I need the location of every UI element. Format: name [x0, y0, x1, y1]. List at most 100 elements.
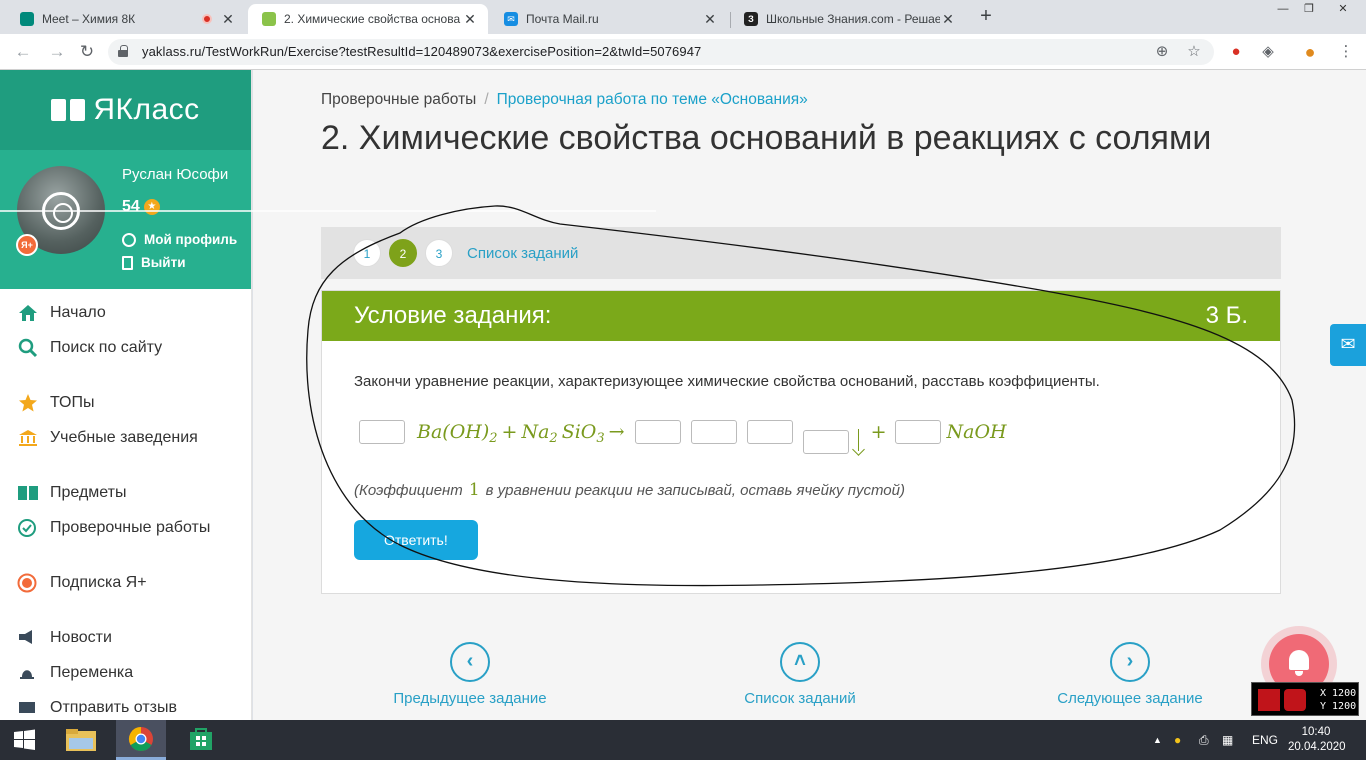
check-icon: [18, 518, 36, 537]
menu-dots-icon[interactable]: ⋮: [1336, 42, 1356, 62]
tab-mail[interactable]: ✉ Почта Mail.ru ✕: [490, 4, 728, 34]
language-indicator[interactable]: ENG: [1252, 720, 1278, 760]
user-panel: Я+ Руслан Юсофи 54 ★ Мой профиль Выйти: [0, 150, 251, 289]
sidebar-item-tests[interactable]: Проверочные работы: [0, 510, 251, 545]
tab-meet[interactable]: Meet – Химия 8К ✕: [6, 4, 246, 34]
system-clock[interactable]: 10:40 20.04.2020: [1288, 725, 1346, 755]
overlay-y: Y 1200: [1320, 701, 1357, 712]
overlay-x: X 1200: [1320, 688, 1357, 699]
eq-arrow: →: [608, 421, 625, 443]
bookmark-star-icon[interactable]: ☆: [1184, 42, 1204, 62]
step-3[interactable]: 3: [425, 239, 453, 267]
task-list-link[interactable]: ˄ Список заданий: [680, 642, 920, 707]
sidebar-item-home[interactable]: Начало: [0, 295, 251, 330]
eq-product-plus: +: [870, 421, 887, 443]
step-2-current[interactable]: 2: [389, 239, 417, 267]
profile-avatar-icon[interactable]: ●: [1300, 42, 1320, 62]
extension-icon[interactable]: ●: [1226, 42, 1246, 62]
tray-app-icon[interactable]: ●: [1174, 720, 1181, 760]
chrome-taskbar-button[interactable]: [116, 720, 166, 760]
step-1[interactable]: 1: [353, 239, 381, 267]
prev-task-link[interactable]: ‹ Предыдущее задание: [350, 642, 590, 707]
tab-title: Meet – Химия 8К: [42, 12, 136, 26]
page-title: 2. Химические свойства оснований в реакц…: [321, 119, 1212, 157]
profile-icon: [122, 232, 136, 247]
product-index-input[interactable]: [802, 430, 849, 454]
logout-link[interactable]: Выйти: [122, 255, 186, 270]
recording-icon: [202, 14, 212, 24]
extension-cube-icon[interactable]: ◈: [1258, 42, 1278, 62]
coefficient-input-3[interactable]: [894, 420, 941, 444]
address-bar[interactable]: yaklass.ru/TestWorkRun/Exercise?testResu…: [108, 39, 1214, 65]
site-logo[interactable]: ЯКласс: [0, 70, 251, 150]
store-taskbar-button[interactable]: [176, 720, 226, 760]
sidebar-item-schools[interactable]: Учебные заведения: [0, 420, 251, 455]
close-window-button[interactable]: ✕: [1326, 0, 1360, 20]
mail-favicon-icon: ✉: [504, 12, 518, 26]
start-button[interactable]: [0, 720, 50, 760]
tray-printer-icon[interactable]: ⎙: [1199, 720, 1209, 760]
forward-button[interactable]: →: [46, 41, 68, 63]
search-icon: [18, 338, 38, 357]
feedback-mail-button[interactable]: ✉: [1330, 324, 1366, 366]
logo-text: ЯКласс: [93, 93, 200, 126]
new-tab-button[interactable]: +: [972, 5, 1000, 29]
store-icon: [190, 728, 212, 750]
sidebar-item-break[interactable]: Переменка: [0, 655, 251, 690]
prev-task-label: Предыдущее задание: [393, 690, 547, 707]
school-icon: [19, 429, 37, 446]
maximize-button[interactable]: ❐: [1294, 0, 1324, 20]
mail-icon: ✉: [1340, 334, 1356, 354]
book-icon: [18, 485, 38, 500]
reload-button[interactable]: ↻: [76, 41, 98, 63]
close-tab-icon[interactable]: ✕: [462, 11, 478, 28]
tray-expand-icon[interactable]: ▲: [1153, 720, 1162, 760]
eq-product: NaOH: [946, 421, 1007, 443]
close-tab-icon[interactable]: ✕: [702, 11, 718, 28]
eq-reactant2-a: Na: [521, 421, 550, 443]
sidebar-item-label: ТОПы: [50, 393, 95, 411]
tab-znanija[interactable]: З Школьные Знания.com - Решае ✕: [730, 4, 966, 34]
bell-icon: [20, 669, 34, 679]
install-icon[interactable]: ⊕: [1152, 42, 1172, 62]
sidebar-item-subjects[interactable]: Предметы: [0, 475, 251, 510]
points-value: 54: [122, 198, 140, 215]
breadcrumb-current[interactable]: Проверочная работа по теме «Основания»: [497, 91, 808, 108]
menu-spacer: [0, 545, 251, 565]
back-button[interactable]: ←: [12, 41, 34, 63]
folder-icon: [66, 729, 96, 751]
sidebar-item-news[interactable]: Новости: [0, 620, 251, 655]
tab-title: Школьные Знания.com - Решае: [766, 12, 940, 26]
task-steps-bar: 1 2 3 Список заданий: [321, 227, 1281, 279]
close-tab-icon[interactable]: ✕: [220, 11, 236, 28]
file-explorer-taskbar-button[interactable]: [56, 720, 106, 760]
next-task-link[interactable]: › Следующее задание: [1010, 642, 1250, 707]
sidebar-item-feedback[interactable]: Отправить отзыв: [0, 690, 251, 720]
product-element-input-1[interactable]: [690, 420, 737, 444]
menu-spacer: [0, 600, 251, 620]
close-tab-icon[interactable]: ✕: [940, 11, 956, 28]
breadcrumb-root[interactable]: Проверочные работы: [321, 91, 476, 108]
sidebar-item-tops[interactable]: ТОПы: [0, 385, 251, 420]
browser-toolbar: ← → ↻ yaklass.ru/TestWorkRun/Exercise?te…: [0, 34, 1366, 70]
profile-link[interactable]: Мой профиль: [122, 232, 237, 247]
sidebar-item-label: Подписка Я+: [50, 573, 147, 591]
chemical-equation: Ba(OH) 2 + Na 2 SiO 3 → + NaOH: [354, 412, 1248, 454]
sidebar-item-label: Новости: [50, 628, 112, 646]
tab-yaklass[interactable]: 2. Химические свойства основа ✕: [248, 4, 488, 34]
user-name[interactable]: Руслан Юсофи: [122, 166, 228, 183]
sidebar-item-search[interactable]: Поиск по сайту: [0, 330, 251, 365]
coefficient-input-2[interactable]: [634, 420, 681, 444]
sidebar-item-subscription[interactable]: Подписка Я+: [0, 565, 251, 600]
menu-spacer: [0, 455, 251, 475]
coefficient-input-1[interactable]: [359, 420, 405, 444]
product-element-input-2[interactable]: [746, 420, 793, 444]
star-icon: [19, 393, 37, 411]
next-task-label: Следующее задание: [1057, 690, 1203, 707]
main-content: Проверочные работы / Проверочная работа по…: [253, 70, 1366, 720]
eq-reactant1: Ba(OH): [417, 421, 490, 443]
steps-list-link[interactable]: Список заданий: [467, 245, 578, 262]
network-icon[interactable]: ▦: [1222, 720, 1233, 760]
answer-button[interactable]: Ответить!: [354, 520, 478, 560]
clock-time: 10:40: [1301, 726, 1331, 738]
